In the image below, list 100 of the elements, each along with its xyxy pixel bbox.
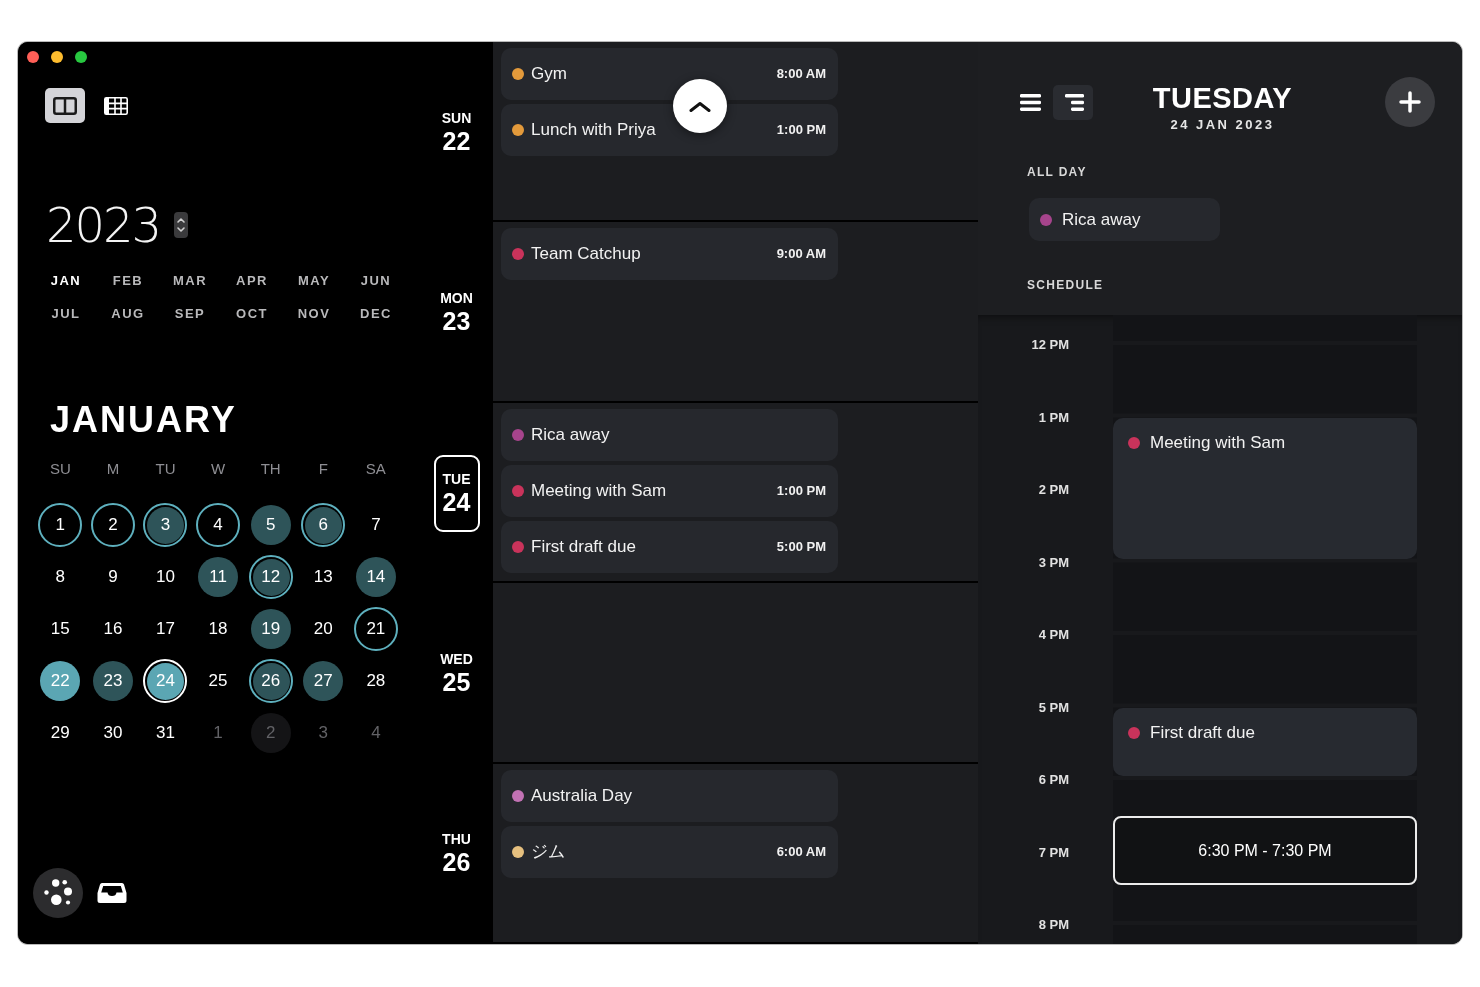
event-title: Gym [531,64,567,84]
weekday-label: SU [49,459,71,479]
section-label: SCHEDULE [1027,278,1104,292]
calendar-day[interactable]: 4 [353,711,398,755]
event-card[interactable]: Meeting with Sam [1113,417,1417,559]
event-time: 6:00 AM [776,843,826,860]
weekday-label: M [106,459,120,479]
stepper-icon[interactable] [174,212,189,238]
chevron-up-icon [689,100,711,112]
grid-view-icon [104,96,128,115]
event-title: Team Catchup [531,244,641,265]
event-card[interactable]: Meeting with Sam 1:00 PM [501,464,838,517]
calendar-day[interactable]: 3 [143,503,188,547]
calendar-day[interactable]: 30 [90,711,135,755]
plus-icon [1399,91,1421,113]
timeline-icon [1062,94,1084,111]
tray-icon[interactable] [97,882,127,904]
hour-label: 6 PM [1038,772,1069,787]
calendar-day[interactable]: 26 [248,659,293,703]
event-time: 5:00 PM [776,538,826,555]
section-label: ALL DAY [1027,165,1087,179]
event-card[interactable]: First draft due [1113,707,1417,776]
day-date: 24 JAN 2023 [1169,117,1276,133]
day-heading[interactable]: MON 23 [438,288,475,338]
time-selection[interactable]: 6:30 PM - 7:30 PM [1113,816,1417,885]
hour-label: 7 PM [1038,844,1069,860]
event-card[interactable]: Lunch with Priya 1:00 PM [501,104,838,156]
month-item[interactable]: FEB [112,271,144,291]
hour-label: 5 PM [1038,699,1069,715]
month-item[interactable]: NOV [297,304,331,324]
event-card[interactable]: Rica away [501,408,838,461]
hour-label: 3 PM [1038,554,1069,570]
calendar-day[interactable]: 1 [38,503,83,547]
calendar-day[interactable]: 17 [143,607,188,651]
month-item[interactable]: AUG [111,304,145,324]
day-title: TUESDAY [1152,83,1293,113]
event-time: 1:00 PM [776,122,826,138]
day-heading[interactable]: THU 26 [440,829,473,879]
calendar-day[interactable]: 16 [90,607,135,651]
window-minimize-icon[interactable] [51,51,63,63]
event-card[interactable]: Australia Day [501,769,838,822]
calendar-day[interactable]: 25 [196,659,241,703]
calendar-day[interactable]: 10 [143,555,188,599]
event-title: First draft due [531,536,636,557]
hour-label: 2 PM [1038,482,1069,497]
event-card[interactable]: Rica away [1029,198,1220,241]
event-time: 1:00 PM [776,482,826,499]
event-title: Australia Day [531,785,633,806]
day-heading[interactable]: WED 25 [438,648,475,698]
calendar-day[interactable]: 12 [248,555,293,599]
month-item[interactable]: JAN [50,271,82,291]
window-zoom-icon[interactable] [75,51,87,63]
month-item[interactable]: DEC [360,304,392,324]
calendar-day[interactable]: 15 [38,607,83,651]
event-card[interactable]: First draft due 5:00 PM [501,520,838,573]
event-title: First draft due [1150,722,1255,743]
event-title: Lunch with Priya [531,120,656,140]
add-button[interactable] [1385,77,1435,127]
list-icon [1019,94,1041,111]
day-heading[interactable]: TUE 24 [433,454,480,532]
event-card[interactable]: ジム 6:00 AM [501,825,838,878]
calendar-day[interactable]: 13 [301,555,346,599]
weekday-label: SA [365,459,386,479]
month-item[interactable]: JUN [360,271,392,291]
hour-label: 8 PM [1038,917,1069,932]
calendar-day[interactable]: 18 [196,607,241,651]
month-item[interactable]: SEP [174,304,206,324]
day-heading[interactable]: SUN 22 [439,107,474,157]
calendar-day[interactable]: 20 [301,607,346,651]
calendar-day[interactable]: 6 [301,503,346,547]
month-item[interactable]: JUL [51,304,81,324]
event-card[interactable]: Gym 8:00 AM [501,48,838,100]
calendar-day[interactable]: 2 [90,503,135,547]
calendar-day[interactable]: 28 [353,659,398,703]
event-title: Meeting with Sam [1150,432,1286,453]
calendar-day[interactable]: 9 [90,555,135,599]
month-item[interactable]: MAY [297,271,331,291]
split-view-icon [53,96,77,115]
event-title: Rica away [531,424,610,445]
split-view-button[interactable] [45,88,85,123]
event-title: Rica away [1062,209,1141,230]
calendar-day[interactable]: 21 [353,607,398,651]
weekday-label: F [318,459,328,479]
calendar-day[interactable]: 7 [353,503,398,547]
calendar-day[interactable]: 31 [143,711,188,755]
hour-label: 12 PM [1031,337,1069,352]
event-card[interactable]: Team Catchup 9:00 AM [501,228,838,281]
event-title: Meeting with Sam [531,480,667,501]
weekday-label: W [211,459,226,479]
calendar-day[interactable]: 4 [196,503,241,547]
calendar-day[interactable]: 8 [38,555,83,599]
calendar-day[interactable]: 29 [38,711,83,755]
window-close-icon[interactable] [27,51,39,63]
month-item[interactable]: APR [236,271,268,291]
dots-icon[interactable] [33,868,83,918]
month-item[interactable]: MAR [172,271,208,291]
month-item[interactable]: OCT [236,304,268,324]
year-label: 2023 [46,200,161,250]
hour-label: 1 PM [1038,409,1069,425]
timeline-view-button[interactable] [1053,85,1093,120]
